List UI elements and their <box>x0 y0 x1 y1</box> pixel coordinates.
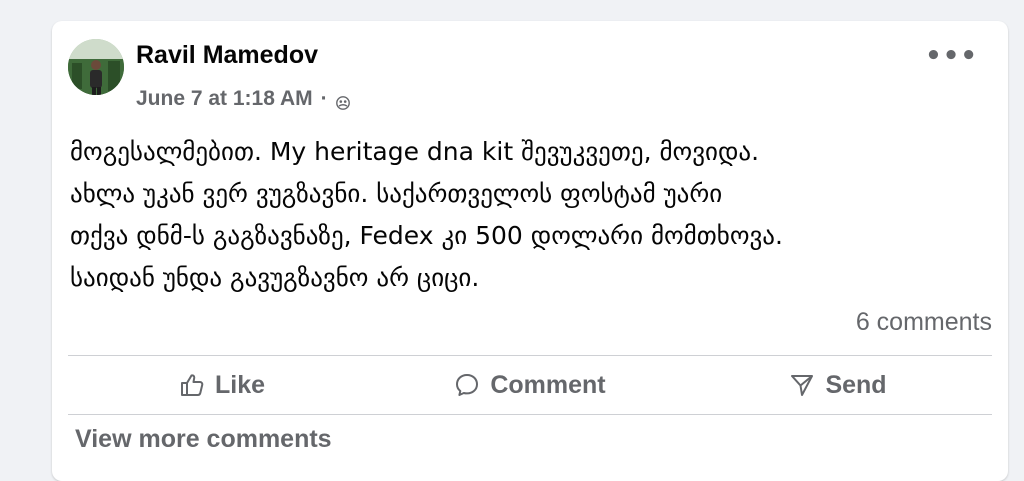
comments-count[interactable]: 6 comments <box>856 308 992 337</box>
like-button[interactable]: Like <box>68 359 376 411</box>
avatar[interactable] <box>68 39 124 95</box>
thumbs-up-icon <box>180 374 204 396</box>
more-options-button[interactable]: ••• <box>925 43 978 69</box>
comment-label: Comment <box>490 370 606 399</box>
comment-button[interactable]: Comment <box>376 359 684 411</box>
comment-icon <box>456 374 479 396</box>
author-name[interactable]: Ravil Mamedov <box>136 41 318 70</box>
post-text: მოგესალმებით. My heritage dna kit შევუკვ… <box>70 137 783 292</box>
send-icon <box>791 375 814 396</box>
meta-separator: · <box>320 87 328 110</box>
post-card: Ravil Mamedov June 7 at 1:18 AM · ••• მო… <box>52 21 1008 481</box>
divider <box>68 414 992 415</box>
divider <box>68 355 992 356</box>
like-label: Like <box>214 370 266 399</box>
friends-icon[interactable] <box>335 92 350 110</box>
view-more-comments-link[interactable]: View more comments <box>75 425 332 454</box>
send-button[interactable]: Send <box>684 359 992 411</box>
post-actions: Like Comment Send <box>68 359 992 411</box>
send-label: Send <box>825 370 887 399</box>
post-meta: June 7 at 1:18 AM · <box>136 87 350 111</box>
post-timestamp[interactable]: June 7 at 1:18 AM <box>136 87 313 111</box>
